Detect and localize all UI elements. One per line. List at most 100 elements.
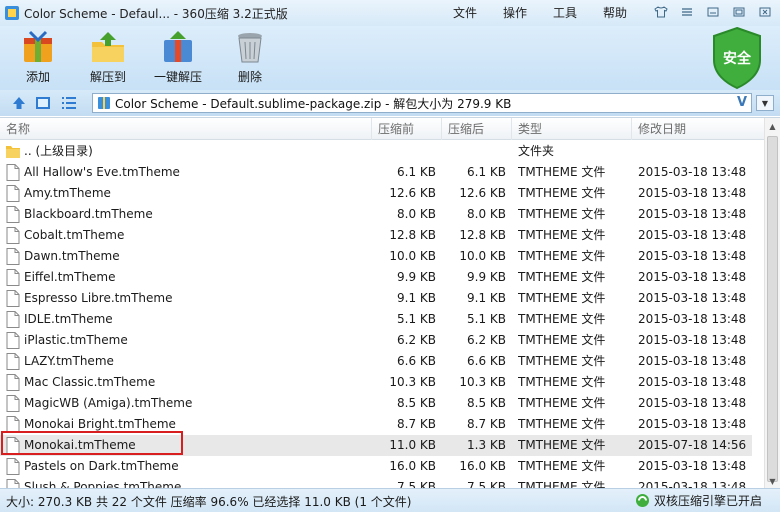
verify-icon[interactable]: V <box>737 95 747 110</box>
original-size: 9.9 KB <box>397 270 436 284</box>
modified-date: 2015-03-18 13:48 <box>638 270 747 284</box>
security-badge[interactable]: 安全 <box>710 26 764 90</box>
modified-date: 2015-03-18 13:48 <box>638 459 747 473</box>
original-size: 10.3 KB <box>389 375 436 389</box>
menu-file[interactable]: 文件 <box>440 0 490 26</box>
folder-icon <box>6 146 20 158</box>
table-row[interactable]: Pastels on Dark.tmTheme 16.0 KB 16.0 KB TMT… <box>0 456 752 477</box>
vertical-scrollbar[interactable]: ▲ ▼ <box>764 118 780 489</box>
table-row[interactable]: MagicWB (Amiga).tmTheme 8.5 KB 8.5 KB TMTHE… <box>0 393 752 414</box>
menu-bar: 文件 操作 工具 帮助 <box>440 0 640 26</box>
compressed-size: 8.7 KB <box>467 417 506 431</box>
close-icon[interactable] <box>754 3 776 21</box>
delete-label: 删除 <box>237 70 262 84</box>
add-button[interactable]: 添加 <box>20 30 56 85</box>
table-row[interactable]: LAZY.tmTheme 6.6 KB 6.6 KB TMTHEME 文件 2015-0… <box>0 351 752 372</box>
toolbar: 添加 解压到 一键解压 删除 安全 <box>0 26 780 90</box>
compressed-size: 12.6 KB <box>459 186 506 200</box>
table-row[interactable]: .. (上级目录) 文件夹 <box>0 141 752 162</box>
scroll-thumb[interactable] <box>767 136 778 482</box>
table-row[interactable]: Dawn.tmTheme 10.0 KB 10.0 KB TMTHEME 文件 2015… <box>0 246 752 267</box>
table-row[interactable]: Amy.tmTheme 12.6 KB 12.6 KB TMTHEME 文件 2015-… <box>0 183 752 204</box>
file-name: Mac Classic.tmTheme <box>24 375 156 389</box>
file-type: TMTHEME 文件 <box>518 312 606 326</box>
app-icon <box>5 6 19 20</box>
table-row[interactable]: All Hallow's Eve.tmTheme 6.1 KB 6.1 KB TMTH… <box>0 162 752 183</box>
compressed-size: 1.3 KB <box>467 438 506 452</box>
table-row[interactable]: Mac Classic.tmTheme 10.3 KB 10.3 KB TMTHEME… <box>0 372 752 393</box>
table-row[interactable]: Espresso Libre.tmTheme 9.1 KB 9.1 KB TMTHEM… <box>0 288 752 309</box>
table-row[interactable]: Cobalt.tmTheme 12.8 KB 12.8 KB TMTHEME 文件 20… <box>0 225 752 246</box>
dual-core-engine-status[interactable]: 双核压缩引擎已开启 <box>635 492 762 509</box>
modified-date: 2015-03-18 13:48 <box>638 312 747 326</box>
original-size: 6.1 KB <box>397 165 436 179</box>
file-icon <box>6 395 20 412</box>
file-name: Dawn.tmTheme <box>24 249 120 263</box>
compressed-size: 6.1 KB <box>467 165 506 179</box>
file-icon <box>6 311 20 328</box>
address-field[interactable]: Color Scheme - Default.sublime-package.z… <box>92 93 752 113</box>
skin-shirt-icon[interactable] <box>650 3 672 21</box>
table-row[interactable]: iPlastic.tmTheme 6.2 KB 6.2 KB TMTHEME 文件 20… <box>0 330 752 351</box>
one-click-extract-icon <box>164 31 192 62</box>
original-size: 11.0 KB <box>389 438 436 452</box>
address-bar: Color Scheme - Default.sublime-package.z… <box>0 90 780 116</box>
extract-to-button[interactable]: 解压到 <box>90 30 126 85</box>
scroll-down-arrow[interactable]: ▼ <box>765 473 780 489</box>
trash-icon <box>238 33 262 63</box>
status-text: 大小: 270.3 KB 共 22 个文件 压缩率 96.6% 已经选择 11.… <box>6 495 412 509</box>
address-dropdown[interactable]: ▼ <box>756 95 774 111</box>
delete-button[interactable]: 删除 <box>232 30 268 85</box>
file-type: TMTHEME 文件 <box>518 417 606 431</box>
view-thumbnail-button[interactable] <box>34 94 52 112</box>
column-name[interactable]: 名称 <box>0 118 372 140</box>
add-label: 添加 <box>25 70 50 84</box>
scroll-up-arrow[interactable]: ▲ <box>765 118 780 134</box>
up-level-button[interactable] <box>10 94 28 112</box>
file-icon <box>6 185 20 202</box>
menu-operation[interactable]: 操作 <box>490 0 540 26</box>
file-icon <box>6 374 20 391</box>
extract-to-label: 解压到 <box>90 70 127 84</box>
file-type: TMTHEME 文件 <box>518 270 606 284</box>
one-click-extract-button[interactable]: 一键解压 <box>154 30 202 85</box>
column-type[interactable]: 类型 <box>512 118 632 140</box>
table-row[interactable]: Eiffel.tmTheme 9.9 KB 9.9 KB TMTHEME 文件 2015… <box>0 267 752 288</box>
file-type: TMTHEME 文件 <box>518 228 606 242</box>
compressed-size: 8.5 KB <box>467 396 506 410</box>
modified-date: 2015-03-18 13:48 <box>638 207 747 221</box>
view-list-button[interactable] <box>60 94 78 112</box>
file-type: TMTHEME 文件 <box>518 459 606 473</box>
menu-tools[interactable]: 工具 <box>540 0 590 26</box>
file-name: IDLE.tmTheme <box>24 312 113 326</box>
original-size: 6.2 KB <box>397 333 436 347</box>
column-original-size[interactable]: 压缩前 <box>372 118 442 140</box>
file-name: Pastels on Dark.tmTheme <box>24 459 179 473</box>
table-row[interactable]: Blackboard.tmTheme 8.0 KB 8.0 KB TMTHEME 文件… <box>0 204 752 225</box>
maximize-icon[interactable] <box>728 3 750 21</box>
original-size: 10.0 KB <box>389 249 436 263</box>
file-name: iPlastic.tmTheme <box>24 333 128 347</box>
modified-date <box>638 141 750 162</box>
menu-icon[interactable] <box>676 3 698 21</box>
table-row[interactable]: IDLE.tmTheme 5.1 KB 5.1 KB TMTHEME 文件 2015-0… <box>0 309 752 330</box>
column-modified[interactable]: 修改日期 <box>632 118 764 140</box>
title-bar: Color Scheme - Defaul... - 360压缩 3.2正式版 … <box>0 0 780 26</box>
engine-status-label: 双核压缩引擎已开启 <box>653 494 762 508</box>
compressed-size: 16.0 KB <box>459 459 506 473</box>
modified-date: 2015-03-18 13:48 <box>638 291 747 305</box>
menu-help[interactable]: 帮助 <box>590 0 640 26</box>
compressed-size: 9.1 KB <box>467 291 506 305</box>
modified-date: 2015-03-18 13:48 <box>638 375 747 389</box>
minimize-icon[interactable] <box>702 3 724 21</box>
original-size: 8.5 KB <box>397 396 436 410</box>
file-name: All Hallow's Eve.tmTheme <box>24 165 180 179</box>
file-icon <box>6 269 20 286</box>
modified-date: 2015-03-18 13:48 <box>638 165 747 179</box>
original-size: 16.0 KB <box>389 459 436 473</box>
file-type: TMTHEME 文件 <box>518 186 606 200</box>
selection-highlight-box <box>1 431 183 455</box>
file-icon <box>6 227 20 244</box>
column-compressed-size[interactable]: 压缩后 <box>442 118 512 140</box>
zip-file-icon <box>98 97 110 109</box>
